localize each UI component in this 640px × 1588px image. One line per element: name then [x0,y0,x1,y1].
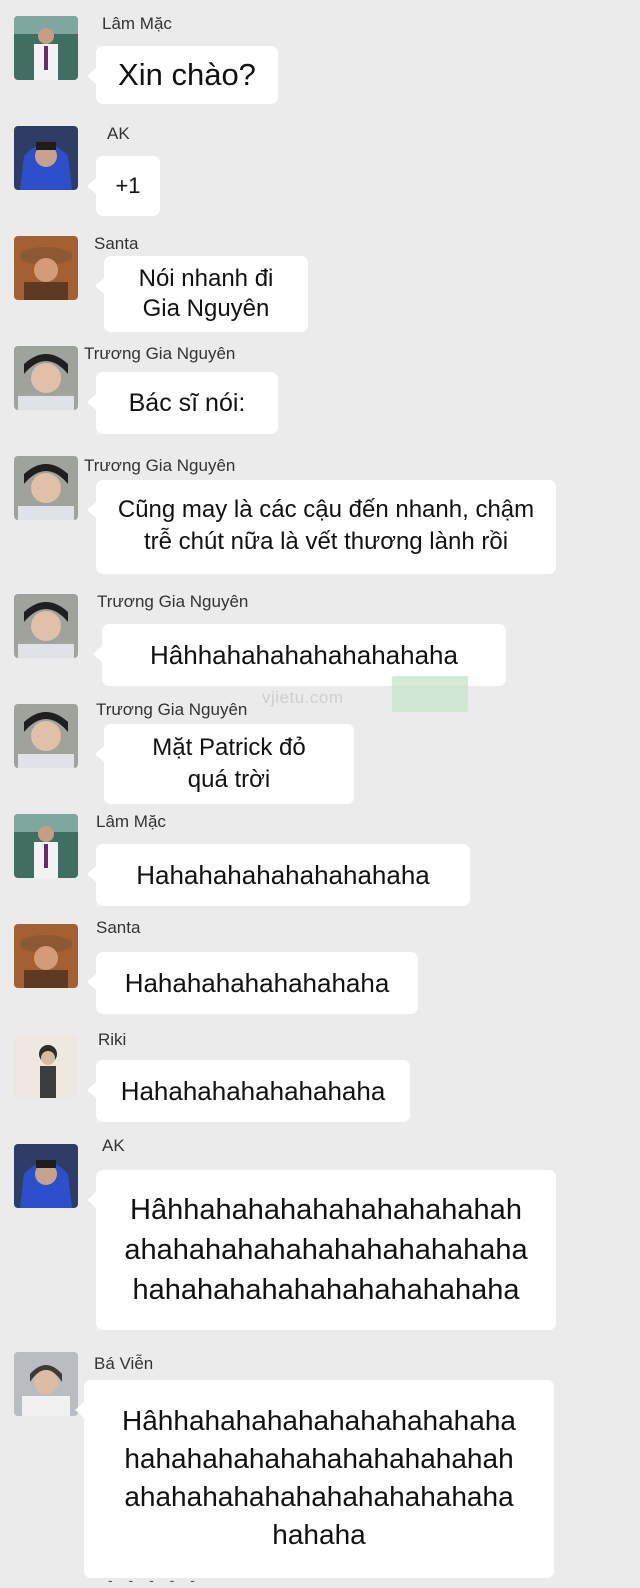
cropped-footer-text: - - - - - [108,1572,201,1588]
message-bubble[interactable]: +1 [87,156,160,216]
hat-avatar-icon[interactable] [14,236,78,300]
message-bubble[interactable]: Hahahahahahahahahaha [87,844,470,906]
message-bubble[interactable]: Hâhhahahahahahahahahahaha hahahahahahaha… [75,1380,554,1578]
blue-hoodie-avatar-icon[interactable] [14,1144,78,1208]
message-bubble[interactable]: Xin chào? [87,46,278,104]
selfie-avatar-icon[interactable] [14,456,78,520]
watermark: vjietu.com [262,688,344,707]
message-bubble[interactable]: Hâhhahahahahahahahahahah ahahahahahahaha… [87,1170,556,1330]
message-bubble[interactable]: Bác sĩ nói: [87,372,278,434]
message-bubble[interactable]: Cũng may là các cậu đến nhanh, chậm trễ … [87,480,556,574]
sender-name: Trương Gia Nguyên [97,592,249,611]
sender-name: Lâm Mặc [102,14,172,33]
sender-name: Trương Gia Nguyên [96,700,248,719]
selfie-avatar-icon[interactable] [14,704,78,768]
jacket-avatar-icon[interactable] [14,1352,78,1416]
sender-name: Lâm Mặc [96,812,166,831]
sender-name: Trương Gia Nguyên [84,456,236,475]
sender-name: Bá Viễn [94,1354,154,1373]
sender-name: AK [102,1136,125,1155]
sender-name: Santa [94,234,139,253]
school-uniform-avatar-icon[interactable] [14,16,78,80]
sender-name: Trương Gia Nguyên [84,344,236,363]
blue-hoodie-avatar-icon[interactable] [14,126,78,190]
hat-avatar-icon[interactable] [14,924,78,988]
profile-avatar-icon[interactable] [14,1034,78,1098]
selfie-avatar-icon[interactable] [14,594,78,658]
message-bubble[interactable]: Nói nhanh đi Gia Nguyên [95,256,308,332]
sender-name: Santa [96,918,141,937]
selfie-avatar-icon[interactable] [14,346,78,410]
message-bubble[interactable]: Hahahahahahahahaha [87,952,418,1014]
sender-name: AK [107,124,130,143]
message-bubble[interactable]: Hahahahahahahahaha [87,1060,410,1122]
watermark-logo-icon [392,676,468,712]
school-uniform-avatar-icon[interactable] [14,814,78,878]
message-bubble[interactable]: Mặt Patrick đỏ quá trời [95,724,354,804]
sender-name: Riki [98,1030,127,1049]
